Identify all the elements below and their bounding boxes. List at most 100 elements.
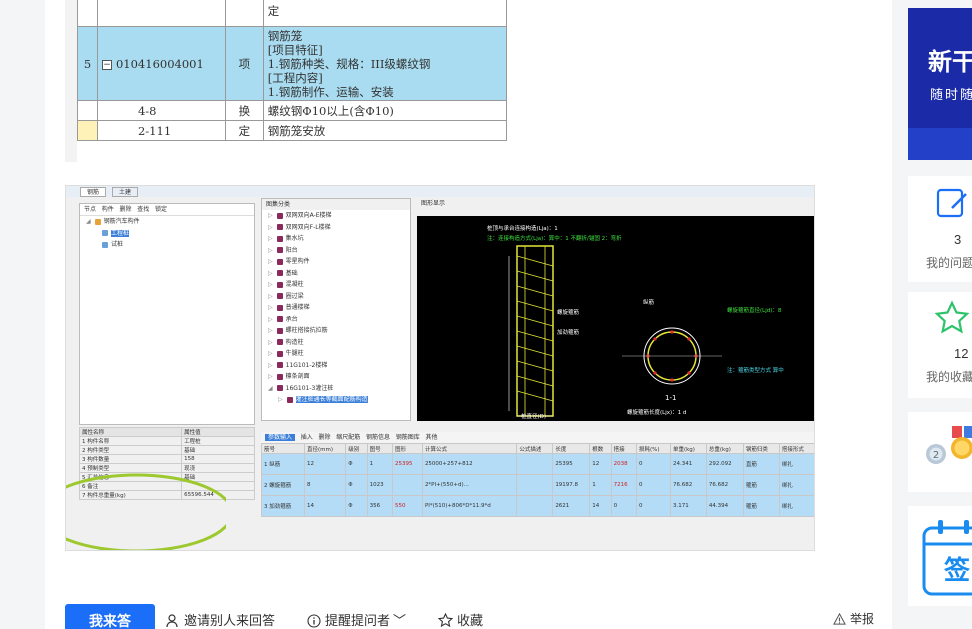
table-row[interactable]: 3 构件数量 158 — [78, 454, 255, 464]
my-collections-count: 12 — [954, 346, 969, 361]
atlas-item[interactable]: ◢ 16G101-3灌注桩 — [262, 383, 410, 395]
atlas-item[interactable]: ▷ 混凝柱 — [262, 279, 410, 291]
atlas-item[interactable]: ▷ 双网双向F-L楼梯 — [262, 222, 410, 234]
table-row: 定 — [77, 0, 507, 27]
table-row[interactable]: 1 纵筋 12 Φ 1 25395 25000+257+812 25395 12 2038 0 24… — [261, 453, 814, 475]
scale-rebar-button[interactable]: 缩尺配筋 — [336, 434, 360, 441]
star-outline-icon — [934, 300, 970, 334]
atlas-item[interactable]: ▷ 牛腿柱 — [262, 348, 410, 360]
grid-cell: 19197.8 — [552, 474, 591, 496]
table-row: 4-8 换 螺纹钢Φ10以上(含Φ10) — [77, 100, 507, 121]
atlas-item[interactable]: ▷ 11G101-2楼梯 — [262, 360, 410, 372]
atlas-item[interactable]: ▷ 普通楼梯 — [262, 302, 410, 314]
row-description: 钢筋笼安放 — [262, 120, 507, 141]
atlas-item[interactable]: ▷ 阳台 — [262, 245, 410, 257]
grid-header-cell: 筋号 — [261, 443, 305, 454]
bill-table: 定 5 −010416004001 项 钢筋笼 [项目特征] 1.钢筋种类、规格… — [77, 0, 507, 141]
software-tabstrip: 钢筋 土建 — [66, 186, 814, 197]
label-section: 1-1 — [665, 394, 677, 402]
edit-icon — [936, 188, 967, 218]
row-unit: 换 — [224, 100, 264, 121]
tree-item-pile[interactable]: 工程桩 — [80, 228, 254, 240]
atlas-category-pane: 图集分类 ▷ 双网双向A-E楼梯 ▷ 双网双向F-L楼梯 ▷ 集水坑 ▷ 阳台 ▷ 零星构件 ▷ 基础… — [261, 198, 411, 421]
row-description: 钢筋笼 [项目特征] 1.钢筋种类、规格：III级螺纹钢 [工程内容] 1.钢筋… — [262, 26, 507, 101]
grid-cell: 7216 — [610, 474, 637, 496]
atlas-item[interactable]: ▷ 螺柱搭接抗拉筋 — [262, 325, 410, 337]
grid-cell: 2*PI+(550+d)... — [421, 474, 518, 496]
label-screw-length: 螺旋箍筋长度(Ljx)：1 d — [627, 410, 687, 416]
param-input-button[interactable]: 参数输入 — [265, 434, 296, 441]
grid-cell: 24.341 — [669, 453, 707, 475]
toolbar-component-button[interactable]: 构件 — [102, 206, 114, 213]
signin-card[interactable]: 签 — [908, 506, 972, 606]
row-number: 5 — [77, 26, 98, 101]
banner-title: 新干 — [928, 49, 972, 76]
atlas-item[interactable]: ▷ 承台 — [262, 314, 410, 326]
table-gutter — [65, 0, 77, 162]
grid-cell: 12 — [303, 453, 347, 475]
cad-param-note: 注：箍筋类型方式 算中 — [727, 368, 784, 374]
insert-button[interactable]: 插入 — [301, 434, 313, 441]
atlas-item[interactable]: ▷ 基础 — [262, 268, 410, 280]
grid-cell: 绑扎 — [778, 453, 814, 475]
atlas-header: 图集分类 — [262, 199, 410, 210]
grid-cell: 25395 — [552, 453, 591, 475]
tree-root[interactable]: ◢ 钢筋汽车构件 — [80, 216, 254, 228]
toolbar-delete-button[interactable]: 删除 — [120, 206, 132, 213]
tree-item-test-pile[interactable]: 试桩 — [80, 239, 254, 251]
toolbar-node-button[interactable]: 节点 — [84, 206, 96, 213]
my-questions-label: 我的问题 — [926, 256, 972, 270]
cad-param-list: 螺旋箍筋直径(Ljd)：8 — [727, 308, 782, 314]
tab-civil[interactable]: 土建 — [112, 187, 139, 197]
star-icon — [437, 612, 454, 628]
grid-cell: 箍筋 — [742, 495, 780, 517]
row-unit: 项 — [224, 26, 264, 101]
report-button[interactable]: 举报 — [833, 609, 874, 629]
grid-cell: 2038 — [610, 453, 637, 475]
my-questions-card[interactable]: 3 我的问题 — [908, 176, 972, 282]
collapse-icon[interactable]: − — [101, 59, 112, 70]
grid-cell — [516, 474, 554, 496]
atlas-item[interactable]: ▷ 双网双向A-E楼梯 — [262, 210, 410, 222]
collect-button[interactable]: 收藏 — [437, 611, 483, 629]
tab-rebar[interactable]: 钢筋 — [80, 187, 107, 197]
grid-header-row: 筋号 直径(mm) 级别 图号 图形 计算公式 公式描述 长度 根数 搭接 损耗(%) 单重(kg) 总… — [261, 443, 814, 454]
table-row[interactable]: 2 螺旋箍筋 8 Φ 1023 2*PI+(550+d)... 19197.8 1 7216 0… — [261, 474, 814, 496]
grid-header-cell: 图号 — [366, 443, 393, 454]
invite-button[interactable]: 邀请别人来回答 — [166, 611, 275, 629]
atlas-item[interactable]: ▷ 集水坑 — [262, 233, 410, 245]
grid-cell: 356 — [366, 495, 393, 517]
component-tree-pane: 节点 构件 删除 查找 锁定 ◢ 钢筋汽车构件 工程桩 试桩 — [79, 203, 255, 425]
delete-button[interactable]: 删除 — [319, 434, 331, 441]
atlas-item[interactable]: ▷ 圈过梁 — [262, 291, 410, 303]
ranking-card[interactable]: 2 — [908, 412, 972, 492]
atlas-item[interactable]: ▷ 构造柱 — [262, 337, 410, 349]
promo-banner[interactable]: 新干 随时随 — [908, 8, 972, 160]
grid-header-cell: 损耗(%) — [635, 443, 671, 454]
grid-cell: 44.394 — [705, 495, 744, 517]
grid-cell: 76.682 — [705, 474, 744, 496]
remind-button[interactable]: 提醒提问者 ﹀ — [307, 611, 406, 629]
atlas-item[interactable]: ▷ 檩条剖面 — [262, 371, 410, 383]
atlas-item[interactable]: ▷ 灌注桩通长等截面配筋构造 — [262, 394, 410, 406]
my-collections-card[interactable]: 12 我的收藏 — [908, 292, 972, 398]
grid-cell: 0 — [610, 495, 637, 517]
grid-header-cell: 单重(kg) — [669, 443, 707, 454]
grid-header-cell: 直径(mm) — [303, 443, 347, 454]
atlas-item[interactable]: ▷ 零星构件 — [262, 256, 410, 268]
table-row[interactable]: 1 构件名称 工程桩 — [78, 436, 255, 446]
grid-cell: 绑扎 — [778, 495, 814, 517]
table-row[interactable]: 3 加劲箍筋 14 Φ 356 550 PI*(510)+806*D*11.9*d 2621… — [261, 495, 814, 517]
row-unit: 定 — [224, 120, 264, 141]
grid-cell: 14 — [589, 495, 612, 517]
table-row[interactable]: 2 构件类型 基础 — [78, 445, 255, 455]
answer-button[interactable]: 我来答 — [65, 604, 155, 629]
grid-cell: 12 — [589, 453, 612, 475]
other-button[interactable]: 其他 — [426, 434, 438, 441]
rebar-library-button[interactable]: 钢筋图库 — [396, 434, 420, 441]
toolbar-lock-button[interactable]: 锁定 — [155, 206, 167, 213]
rebar-grid: 筋号 直径(mm) 级别 图号 图形 计算公式 公式描述 长度 根数 搭接 损耗(%) 单重(kg) 总… — [261, 443, 814, 517]
grid-header-cell: 搭接 — [610, 443, 637, 454]
toolbar-find-button[interactable]: 查找 — [137, 206, 149, 213]
rebar-info-button[interactable]: 钢筋信息 — [366, 434, 390, 441]
